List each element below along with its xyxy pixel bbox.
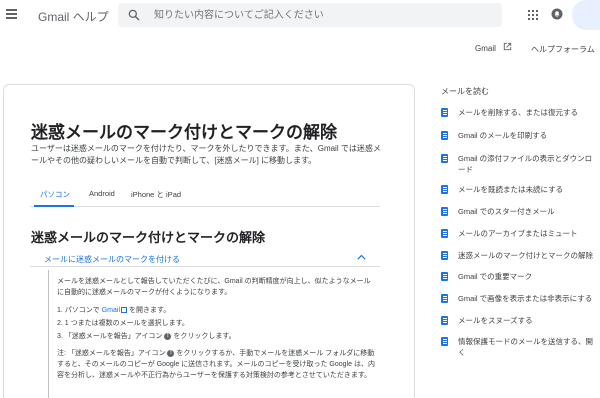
top-app-bar: Gmail ヘルプ <box>0 0 600 30</box>
notifications-icon[interactable] <box>551 8 563 20</box>
sidebar-item-label[interactable]: Gmail でのスター付きメール <box>458 206 598 217</box>
document-icon <box>441 154 448 163</box>
step-3-prefix: 3. 「迷惑メールを報告」アイコン <box>57 333 165 340</box>
platform-tabs: パソコン Android iPhone と iPad <box>30 183 380 207</box>
account-avatar[interactable] <box>572 0 600 30</box>
open-gmail-link[interactable]: Gmail <box>475 44 496 53</box>
step-3: 3. 「迷惑メールを報告」アイコン ! をクリックします。 <box>57 332 236 342</box>
sidebar-item-label[interactable]: Gmail のメールを印刷する <box>458 130 598 141</box>
accordion-body: メールを迷惑メールとして報告していただくたびに、Gmail の判断精度が向上し、… <box>48 270 380 398</box>
active-tab-indicator <box>34 205 74 207</box>
sidebar-item-label[interactable]: メールを既読または未読にする <box>458 184 598 195</box>
sidebar-item-label[interactable]: Gmail の添付ファイルの表示とダウンロード <box>458 153 598 175</box>
search-icon[interactable] <box>127 8 141 22</box>
sidebar-item-label[interactable]: メールを削除する、または復元する <box>458 107 598 118</box>
help-subnav: Gmail ヘルプフォーラム <box>0 30 600 64</box>
sidebar-item-label[interactable]: 情報保護モードのメールを送信する、開く <box>458 336 598 358</box>
sidebar-item-label[interactable]: 迷惑メールのマーク付けとマークの解除 <box>458 250 598 261</box>
chevron-up-icon[interactable] <box>357 254 366 260</box>
section-title: 迷惑メールのマーク付けとマークの解除 <box>31 230 266 245</box>
tab-iphone-ipad[interactable]: iPhone と iPad <box>131 189 181 200</box>
spam-note: 注: 「迷惑メールを報告」アイコン ! をクリックするか、手動でメールを迷惑メー… <box>57 348 377 381</box>
step-2: 2. 1 つまたは複数のメールを選択します。 <box>57 320 189 327</box>
gmail-link[interactable]: Gmail <box>102 307 120 314</box>
search-input[interactable] <box>154 7 484 23</box>
apps-icon[interactable] <box>528 10 538 20</box>
note-prefix: 注: 「迷惑メールを報告」アイコン <box>57 350 168 357</box>
tab-computer[interactable]: パソコン <box>40 189 70 200</box>
accordion-paragraph: メールを迷惑メールとして報告していただくたびに、Gmail の判断精度が向上し、… <box>57 278 371 296</box>
sidebar-item-label[interactable]: メールのアーカイブまたはミュート <box>458 228 598 239</box>
document-icon <box>441 316 448 325</box>
document-icon <box>441 131 448 140</box>
menu-icon[interactable] <box>6 9 17 20</box>
page-title: 迷惑メールのマーク付けとマークの解除 <box>31 123 337 142</box>
open-in-new-icon[interactable] <box>502 41 513 52</box>
tab-android[interactable]: Android <box>89 189 115 198</box>
document-icon <box>441 294 448 303</box>
article-intro: ユーザーは迷惑メールのマークを付けたり、マークを外したりできます。また、Gmai… <box>31 144 381 165</box>
step-1-suffix: を開きます。 <box>127 307 171 314</box>
search-box[interactable] <box>118 3 502 27</box>
accordion-header[interactable]: メールに迷惑メールのマークを付ける <box>30 247 380 267</box>
accordion-title[interactable]: メールに迷惑メールのマークを付ける <box>44 254 180 265</box>
sidebar-item-label[interactable]: メールをスヌーズする <box>458 315 598 326</box>
product-name[interactable]: Gmail ヘルプ <box>38 8 109 25</box>
document-icon <box>441 207 448 216</box>
document-icon <box>441 272 448 281</box>
sidebar-item-label[interactable]: Gmail での重要マーク <box>458 271 598 282</box>
step-3-suffix: をクリックします。 <box>171 333 236 340</box>
document-icon <box>441 251 448 260</box>
step-1: 1. パソコンで Gmail を開きます。 <box>57 306 170 316</box>
step-1-prefix: 1. パソコンで <box>57 307 102 314</box>
document-icon <box>441 229 448 238</box>
document-icon <box>441 185 448 194</box>
document-icon <box>441 108 448 117</box>
sidebar-title: メールを読む <box>441 87 489 96</box>
sidebar-item-label[interactable]: Gmail で画像を表示または非表示にする <box>458 293 598 304</box>
help-forum-link[interactable]: ヘルプフォーラム <box>531 44 595 55</box>
document-icon <box>441 337 448 346</box>
